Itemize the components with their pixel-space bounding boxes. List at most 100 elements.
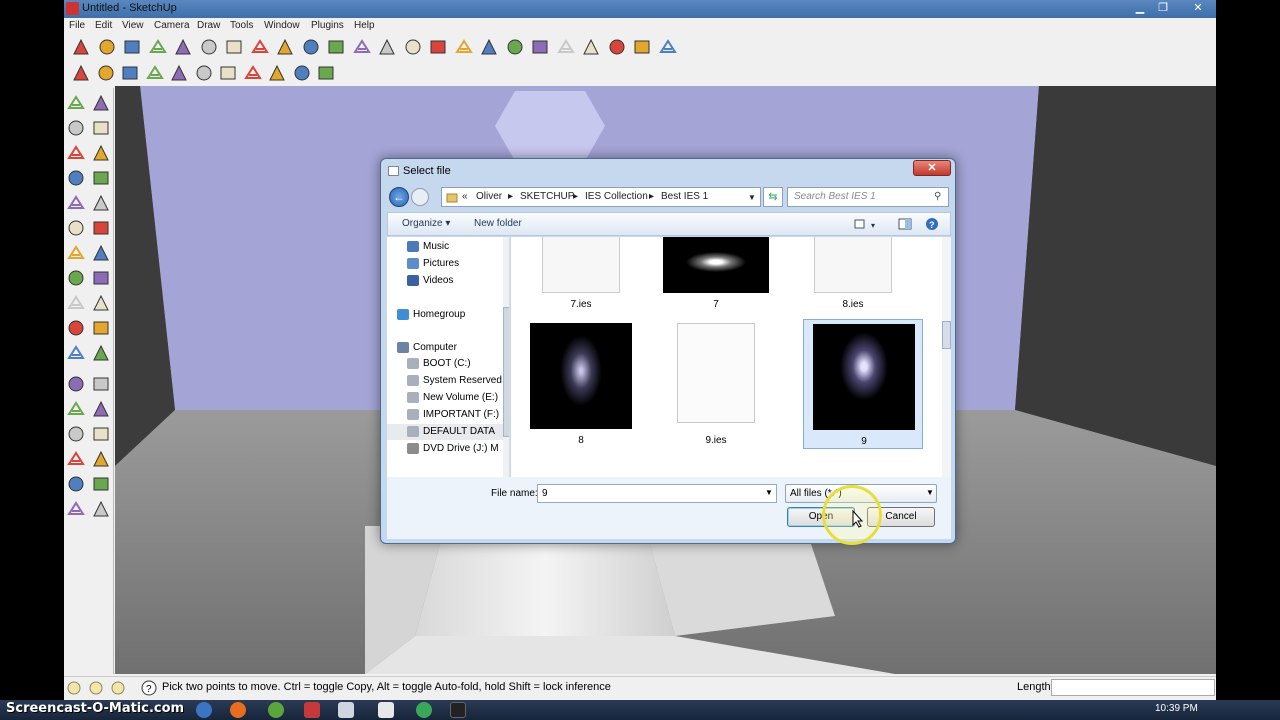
chrome-icon[interactable] <box>268 702 284 718</box>
rectangle-icon[interactable] <box>65 423 87 445</box>
make-component-icon[interactable] <box>90 142 112 164</box>
change-view-icon[interactable]: ▾ <box>854 218 884 231</box>
nav-scrollbar[interactable] <box>503 237 509 477</box>
organize-button[interactable]: Organize ▾ <box>402 218 450 229</box>
settings-icon[interactable] <box>657 36 679 58</box>
refresh-button[interactable]: ⇆ <box>763 187 783 207</box>
zoom-icon[interactable] <box>453 36 475 58</box>
pan-icon[interactable] <box>427 36 449 58</box>
nav-item[interactable]: Music <box>387 239 503 255</box>
push-pull-icon[interactable] <box>300 36 322 58</box>
menu-window[interactable]: Window <box>264 20 300 31</box>
instructor-help-icon[interactable]: ? <box>141 680 157 696</box>
push-pull-icon[interactable] <box>90 192 112 214</box>
zoom-extents-icon[interactable] <box>65 292 87 314</box>
geo-location-icon[interactable] <box>66 680 136 696</box>
minimize-button[interactable]: ▁ <box>1130 0 1150 16</box>
breadcrumb-best-ies-1[interactable]: Best IES 1 <box>661 191 708 202</box>
get-models-icon[interactable] <box>504 36 526 58</box>
taskbar-app-icon[interactable] <box>304 702 320 718</box>
r-plugin-icon[interactable] <box>119 62 141 84</box>
tape-measure-icon[interactable] <box>90 167 112 189</box>
sun-icon[interactable] <box>266 62 288 84</box>
follow-me-icon[interactable] <box>65 242 87 264</box>
menu-edit[interactable]: Edit <box>95 20 112 31</box>
menu-tools[interactable]: Tools <box>230 20 253 31</box>
pointlight-icon[interactable] <box>242 62 264 84</box>
menu-view[interactable]: View <box>122 20 144 31</box>
orbit-icon[interactable] <box>90 242 112 264</box>
component-icon[interactable] <box>580 36 602 58</box>
move-icon[interactable] <box>65 217 87 239</box>
breadcrumb-sketchup[interactable]: SKETCHUP <box>520 191 574 202</box>
eraser-icon[interactable] <box>65 167 87 189</box>
back-button[interactable]: ← <box>389 187 409 207</box>
file-item[interactable]: 8 <box>521 319 641 449</box>
file-item[interactable]: 9 <box>803 319 923 449</box>
nav-item[interactable]: Pictures <box>387 256 503 272</box>
tape-measure-icon[interactable] <box>90 473 112 495</box>
component-icon[interactable] <box>65 342 87 364</box>
chevron-down-icon[interactable]: ▼ <box>926 488 934 497</box>
follow-me-icon[interactable] <box>376 36 398 58</box>
eraser-icon[interactable] <box>223 36 245 58</box>
document-taskbar-icon[interactable] <box>378 702 394 718</box>
select-icon[interactable] <box>70 36 92 58</box>
make-component-icon[interactable] <box>198 36 220 58</box>
share-component-icon[interactable] <box>90 317 112 339</box>
paint-bucket-icon[interactable] <box>274 36 296 58</box>
forward-button[interactable] <box>411 188 429 206</box>
settings-icon[interactable] <box>90 373 112 395</box>
rotate-icon[interactable] <box>351 36 373 58</box>
menu-help[interactable]: Help <box>354 20 375 31</box>
share-component-icon[interactable] <box>555 36 577 58</box>
firefox-icon[interactable] <box>230 702 246 718</box>
options-icon[interactable] <box>315 62 337 84</box>
m-plugin-icon[interactable] <box>70 62 92 84</box>
file-item[interactable]: 8.ies <box>793 237 913 319</box>
pan-icon[interactable] <box>65 267 87 289</box>
paint-bucket-icon[interactable] <box>65 192 87 214</box>
nav-item[interactable]: New Volume (E:) <box>387 390 503 406</box>
arc-icon[interactable] <box>65 448 87 470</box>
chevron-down-icon[interactable]: ▼ <box>765 488 773 497</box>
menu-draw[interactable]: Draw <box>197 20 220 31</box>
file-name-input[interactable]: 9 ▼ <box>537 484 777 503</box>
menu-file[interactable]: File <box>69 20 85 31</box>
file-scrollbar[interactable] <box>942 237 951 477</box>
zoom-extents-icon[interactable] <box>478 36 500 58</box>
circle-icon[interactable] <box>90 117 112 139</box>
arc-icon[interactable] <box>65 142 87 164</box>
share-model-icon[interactable] <box>529 36 551 58</box>
close-button[interactable]: ✕ <box>1188 0 1208 16</box>
terminal-taskbar-icon[interactable] <box>450 702 466 718</box>
move-icon[interactable] <box>325 36 347 58</box>
nav-item[interactable]: IMPORTANT (F:) <box>387 407 503 423</box>
breadcrumb-overflow[interactable]: « <box>462 191 468 202</box>
ie-icon[interactable] <box>196 702 212 718</box>
render-region-icon[interactable] <box>291 62 313 84</box>
paint-bucket-icon[interactable] <box>65 498 87 520</box>
help-icon[interactable]: ? <box>925 217 939 231</box>
push-pull-icon[interactable] <box>90 498 112 520</box>
nav-item[interactable]: DEFAULT DATA <box>387 424 503 440</box>
pencil-icon[interactable] <box>96 36 118 58</box>
breadcrumb-oliver[interactable]: Oliver <box>476 191 502 202</box>
tape-measure-icon[interactable] <box>249 36 271 58</box>
file-item[interactable]: 7.ies <box>521 237 641 319</box>
nav-scroll-thumb[interactable] <box>503 307 509 437</box>
warehouse-icon[interactable] <box>90 342 112 364</box>
rectangle-icon[interactable] <box>121 36 143 58</box>
preview-pane-icon[interactable] <box>898 218 912 231</box>
share-model-icon[interactable] <box>65 317 87 339</box>
extension-icon[interactable] <box>65 373 87 395</box>
chevron-down-icon[interactable]: ▼ <box>748 193 756 202</box>
search-input[interactable]: Search Best IES 1 ⚲ <box>787 187 949 207</box>
get-models-icon[interactable] <box>90 292 112 314</box>
rectangle-icon[interactable] <box>65 117 87 139</box>
orbit-icon[interactable] <box>402 36 424 58</box>
extension-icon[interactable] <box>631 36 653 58</box>
help-plugin-icon[interactable] <box>144 62 166 84</box>
pencil-icon[interactable] <box>90 92 112 114</box>
file-scroll-thumb[interactable] <box>942 321 951 349</box>
